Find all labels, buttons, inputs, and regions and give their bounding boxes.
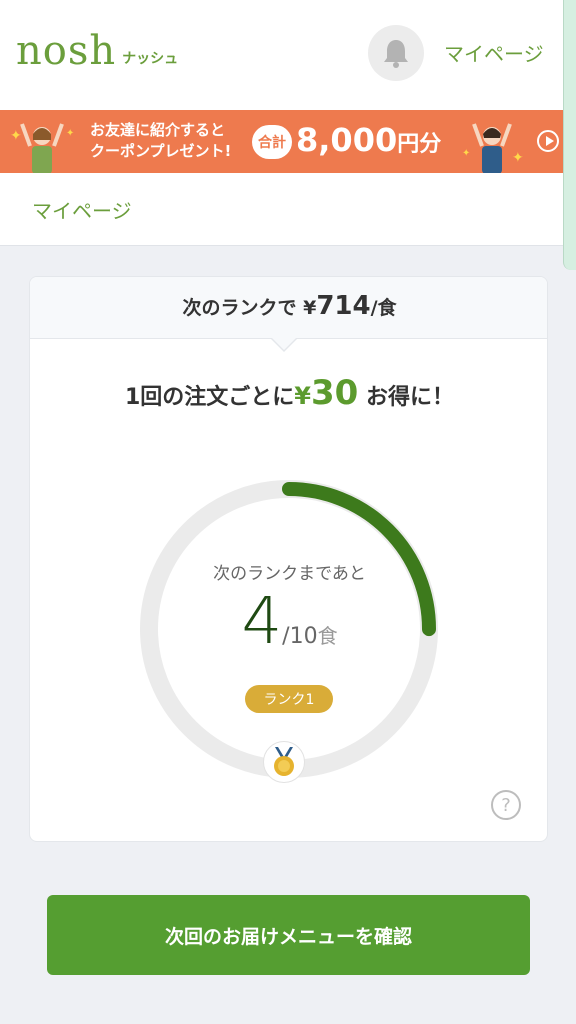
banner-line2: クーポンプレゼント! [90, 142, 232, 160]
next-rank-text: 次のランクで ¥714/食 [30, 291, 547, 321]
medal-holder [263, 741, 305, 783]
banner-total-pill: 合計 [252, 125, 292, 159]
svg-text:✦: ✦ [66, 128, 74, 139]
remaining-value: 4 [241, 585, 283, 659]
medal-icon [274, 747, 294, 776]
svg-text:✦: ✦ [512, 150, 524, 166]
benefit-yen: ¥ [294, 382, 311, 410]
svg-text:✦: ✦ [462, 148, 470, 159]
logo-text: nosh [16, 28, 117, 74]
app-header: nosh ナッシュ マイページ [0, 0, 576, 110]
rank-card: 次のランクで ¥714/食 1回の注文ごとに¥30 お得に！ 次のランクまであと… [29, 276, 548, 842]
help-icon[interactable]: ? [491, 790, 521, 820]
referral-banner[interactable]: ✦ ✦ お友達に紹介すると クーポンプレゼント! 合計 8,000円分 ✦ ✦ [0, 110, 563, 173]
banner-line1: お友達に紹介すると [90, 121, 226, 139]
remaining-total: /10 [282, 624, 318, 649]
rank-badge: ランク1 [245, 685, 333, 713]
remaining-count: 4/10食 [30, 585, 547, 659]
mypage-link[interactable]: マイページ [444, 38, 544, 67]
next-rank-prefix: 次のランクで [182, 297, 297, 319]
banner-amount: 8,000円分 [296, 119, 441, 166]
next-rank-price: 714 [316, 291, 371, 321]
benefit-suffix: お得に！ [366, 385, 455, 410]
play-icon[interactable] [537, 130, 559, 152]
svg-text:✦: ✦ [10, 128, 22, 144]
woman-illustration: ✦ ✦ [10, 123, 74, 173]
notification-button[interactable] [368, 25, 424, 81]
scroll-edge [563, 0, 576, 270]
nosh-logo[interactable]: nosh ナッシュ [16, 28, 178, 74]
banner-amount-unit: 円分 [397, 132, 442, 157]
benefit-amount: 30 [311, 373, 359, 413]
next-rank-header: 次のランクで ¥714/食 [30, 277, 547, 339]
bell-icon [384, 40, 408, 68]
benefit-text: 1回の注文ごとに¥30 お得に！ [30, 373, 547, 413]
benefit-prefix: 1回の注文ごとに [124, 385, 295, 410]
remaining-unit: 食 [317, 624, 338, 648]
header-pointer-fill [271, 337, 297, 350]
ring-label: 次のランクまであと [213, 564, 366, 584]
page-title-bar: マイページ [0, 173, 563, 246]
next-rank-yen: ¥ [303, 297, 317, 319]
page-title: マイページ [32, 199, 132, 223]
logo-kana: ナッシュ [122, 51, 179, 67]
next-rank-suffix: /食 [370, 297, 397, 319]
girl-illustration: ✦ ✦ [462, 123, 524, 173]
check-next-menu-button[interactable]: 次回のお届けメニューを確認 [47, 895, 530, 975]
banner-amount-value: 8,000 [296, 121, 398, 159]
banner-message: お友達に紹介すると クーポンプレゼント! [90, 120, 231, 162]
